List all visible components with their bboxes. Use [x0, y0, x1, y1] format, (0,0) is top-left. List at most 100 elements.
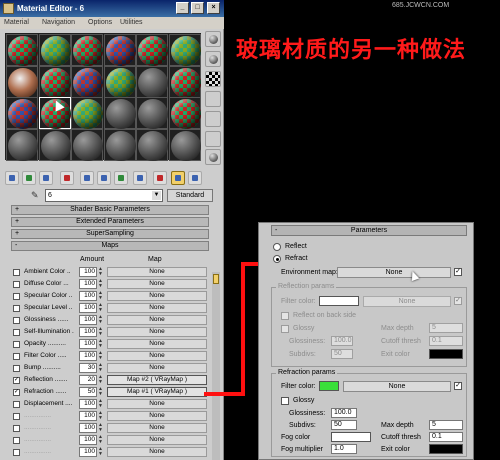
reflection-filter-map-button[interactable]: None: [363, 296, 451, 307]
map-enable-checkbox[interactable]: [13, 365, 20, 372]
refraction-glossy-checkbox[interactable]: [281, 397, 289, 405]
map-amount-field[interactable]: 100: [79, 399, 97, 409]
amount-spinner-icon[interactable]: ▲ ▼: [98, 423, 103, 433]
map-amount-field[interactable]: 20: [79, 375, 97, 385]
reflection-subdivs-field[interactable]: 50: [331, 349, 353, 359]
rollout-header[interactable]: - Maps: [11, 241, 209, 251]
menu-navigation[interactable]: Navigation: [42, 19, 75, 26]
video-color-check-icon[interactable]: [205, 111, 221, 127]
map-amount-field[interactable]: 100: [79, 351, 97, 361]
sample-slot-frame[interactable]: [103, 128, 136, 161]
sample-slot-frame[interactable]: [103, 65, 136, 98]
reflection-cutoff-field[interactable]: 0.1: [429, 336, 463, 346]
sample-slot-frame[interactable]: [136, 65, 168, 98]
refraction-glossiness-field[interactable]: 100.0: [331, 408, 357, 418]
map-amount-field[interactable]: 100: [79, 291, 97, 301]
map-slot-button[interactable]: None: [107, 315, 207, 325]
map-enable-checkbox[interactable]: [13, 401, 20, 408]
reset-map-icon[interactable]: [60, 171, 74, 185]
refraction-max-depth-field[interactable]: 5: [429, 420, 463, 430]
amount-spinner-icon[interactable]: ▲ ▼: [98, 363, 103, 373]
map-slot-button[interactable]: None: [107, 423, 207, 433]
amount-spinner-icon[interactable]: ▲ ▼: [98, 291, 103, 301]
rollout-header[interactable]: + Extended Parameters: [11, 217, 209, 227]
reflection-glossy-checkbox[interactable]: [281, 325, 289, 333]
sample-slot-frame[interactable]: [6, 65, 38, 98]
sample-slot-frame[interactable]: [103, 97, 136, 129]
amount-spinner-icon[interactable]: ▲ ▼: [98, 339, 103, 349]
map-enable-checkbox[interactable]: [13, 449, 20, 456]
refraction-filter-checkbox[interactable]: ✓: [454, 382, 462, 390]
map-enable-checkbox[interactable]: [13, 281, 20, 288]
amount-spinner-icon[interactable]: ▲ ▼: [98, 411, 103, 421]
show-end-result-icon[interactable]: [153, 171, 167, 185]
put-to-library-icon[interactable]: [97, 171, 111, 185]
sample-slot-frame[interactable]: [103, 34, 136, 66]
sample-slot-frame[interactable]: [38, 128, 71, 161]
reflection-filter-swatch[interactable]: [319, 296, 359, 306]
map-enable-checkbox[interactable]: [13, 293, 20, 300]
sample-slot-frame[interactable]: [38, 65, 71, 98]
environment-map-checkbox[interactable]: ✓: [454, 268, 462, 276]
refract-radio[interactable]: [273, 255, 281, 263]
map-amount-field[interactable]: 100: [79, 423, 97, 433]
sample-uv-tiling-icon[interactable]: [205, 91, 221, 107]
sample-slot-frame[interactable]: [6, 97, 38, 129]
sample-slot-frame[interactable]: [71, 34, 103, 66]
background-checker-icon[interactable]: [205, 71, 221, 87]
map-amount-field[interactable]: 100: [79, 267, 97, 277]
map-slot-button[interactable]: None: [107, 327, 207, 337]
map-slot-button[interactable]: None: [107, 267, 207, 277]
map-amount-field[interactable]: 100: [79, 315, 97, 325]
map-enable-checkbox[interactable]: ✓: [13, 377, 20, 384]
map-amount-field[interactable]: 100: [79, 327, 97, 337]
rollout-header[interactable]: + Shader Basic Parameters: [11, 205, 209, 215]
reflect-back-side-checkbox[interactable]: [281, 312, 289, 320]
map-slot-button[interactable]: None: [107, 291, 207, 301]
rollout-scrollbar[interactable]: [212, 272, 220, 460]
map-enable-checkbox[interactable]: [13, 317, 20, 324]
refraction-subdivs-field[interactable]: 50: [331, 420, 357, 430]
map-amount-field[interactable]: 100: [79, 411, 97, 421]
amount-spinner-icon[interactable]: ▲ ▼: [98, 387, 103, 397]
map-enable-checkbox[interactable]: [13, 425, 20, 432]
reflection-exit-color-swatch[interactable]: [429, 349, 463, 359]
sample-slot-frame[interactable]: [168, 34, 201, 66]
sample-slot-frame[interactable]: [136, 97, 168, 129]
amount-spinner-icon[interactable]: ▲ ▼: [98, 399, 103, 409]
map-amount-field[interactable]: 100: [79, 339, 97, 349]
map-slot-button[interactable]: None: [107, 363, 207, 373]
menu-utilities[interactable]: Utilities: [120, 19, 143, 26]
chevron-down-icon[interactable]: ▼: [152, 191, 161, 200]
get-material-icon[interactable]: [5, 171, 19, 185]
amount-spinner-icon[interactable]: ▲ ▼: [98, 303, 103, 313]
material-name-field[interactable]: 6 ▼: [45, 189, 163, 202]
map-enable-checkbox[interactable]: [13, 341, 20, 348]
amount-spinner-icon[interactable]: ▲ ▼: [98, 327, 103, 337]
make-preview-icon[interactable]: [205, 131, 221, 147]
environment-map-button[interactable]: None: [337, 267, 451, 278]
amount-spinner-icon[interactable]: ▲ ▼: [98, 267, 103, 277]
amount-spinner-icon[interactable]: ▲ ▼: [98, 435, 103, 445]
sample-slot-frame[interactable]: [38, 34, 71, 66]
amount-spinner-icon[interactable]: ▲ ▼: [98, 315, 103, 325]
sample-slot-frame[interactable]: [136, 128, 168, 161]
map-enable-checkbox[interactable]: [13, 305, 20, 312]
options-icon[interactable]: [205, 149, 221, 165]
maximize-button[interactable]: □: [191, 2, 204, 14]
map-enable-checkbox[interactable]: ✓: [13, 389, 20, 396]
sample-slot-frame[interactable]: [71, 65, 103, 98]
map-slot-button[interactable]: None: [107, 411, 207, 421]
material-effects-channel-icon[interactable]: [114, 171, 128, 185]
reflect-radio[interactable]: [273, 243, 281, 251]
close-button[interactable]: ×: [207, 2, 220, 14]
map-slot-button[interactable]: None: [107, 351, 207, 361]
sample-type-sphere-icon[interactable]: [205, 31, 221, 47]
reflection-max-depth-field[interactable]: 5: [429, 323, 463, 333]
sample-slot-frame[interactable]: [71, 97, 103, 129]
menu-options[interactable]: Options: [88, 19, 112, 26]
amount-spinner-icon[interactable]: ▲ ▼: [98, 375, 103, 385]
map-amount-field[interactable]: 50: [79, 387, 97, 397]
map-amount-field[interactable]: 100: [79, 279, 97, 289]
backlight-icon[interactable]: [205, 51, 221, 67]
